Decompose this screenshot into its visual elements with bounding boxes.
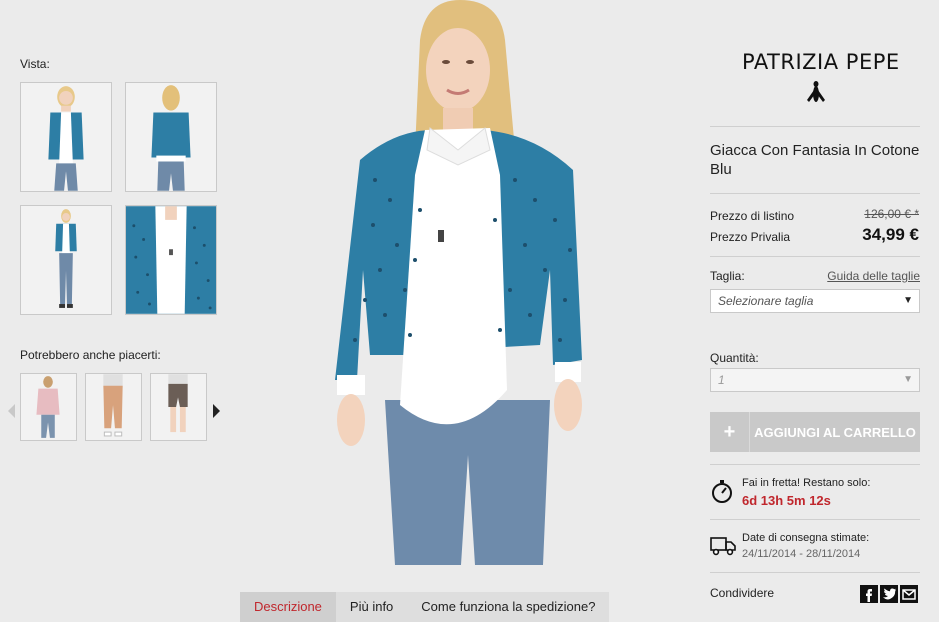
recommendations-label: Potrebbero anche piacerti: bbox=[20, 348, 161, 362]
twitter-share-icon[interactable] bbox=[880, 585, 898, 603]
truck-icon bbox=[710, 537, 736, 556]
tab-piu-info[interactable]: Più info bbox=[336, 592, 407, 622]
divider bbox=[710, 193, 920, 194]
tab-descrizione[interactable]: Descrizione bbox=[240, 592, 336, 622]
email-share-icon[interactable] bbox=[900, 585, 918, 603]
add-to-cart-button[interactable]: + AGGIUNGI AL CARRELLO bbox=[710, 412, 920, 452]
sale-price-label: Prezzo Privalia bbox=[710, 230, 791, 244]
recommendation-item-tan[interactable] bbox=[85, 373, 142, 441]
brand-name: PATRIZIA PEPE bbox=[742, 50, 900, 74]
size-label: Taglia: bbox=[710, 269, 745, 283]
product-title: Giacca Con Fantasia In Cotone Blu bbox=[710, 142, 920, 178]
quantity-select[interactable]: 1 ▼ bbox=[710, 368, 920, 392]
product-info-tabs: Descrizione Più info Come funziona la sp… bbox=[240, 592, 610, 622]
quantity-select-value: 1 bbox=[718, 373, 725, 387]
gallery-thumb-front[interactable] bbox=[20, 82, 112, 192]
brand-block[interactable]: PATRIZIA PEPE bbox=[742, 50, 900, 104]
gallery-thumb-back[interactable] bbox=[125, 82, 217, 192]
recommendation-item-brown[interactable] bbox=[150, 373, 207, 441]
recommendation-item-pink[interactable] bbox=[20, 373, 77, 441]
tab-spedizione[interactable]: Come funziona la spedizione? bbox=[407, 592, 609, 622]
gallery-thumb-full[interactable] bbox=[20, 205, 112, 315]
chevron-down-icon: ▼ bbox=[903, 295, 913, 306]
delivery-dates: 24/11/2014 - 28/11/2014 bbox=[742, 548, 861, 560]
delivery-label: Date di consegna stimate: bbox=[742, 532, 870, 544]
gallery-label: Vista: bbox=[20, 57, 50, 71]
plus-icon: + bbox=[710, 412, 750, 452]
sale-price: 34,99 € bbox=[862, 225, 919, 244]
countdown-timer: 6d 13h 5m 12s bbox=[742, 493, 831, 508]
divider bbox=[710, 572, 920, 573]
stopwatch-icon bbox=[712, 480, 732, 503]
gallery-thumb-detail[interactable] bbox=[125, 205, 217, 315]
chevron-down-icon: ▼ bbox=[903, 374, 913, 385]
urgency-text: Fai in fretta! Restano solo: bbox=[742, 477, 871, 489]
list-price-label: Prezzo di listino bbox=[710, 209, 795, 223]
fly-icon bbox=[807, 81, 825, 102]
carousel-prev-arrow-icon[interactable] bbox=[8, 404, 15, 418]
size-guide-link[interactable]: Guida delle taglie bbox=[827, 269, 920, 283]
share-label: Condividere bbox=[710, 586, 775, 600]
main-product-image[interactable] bbox=[335, 0, 600, 565]
divider bbox=[710, 464, 920, 465]
divider bbox=[710, 126, 920, 127]
add-to-cart-label: AGGIUNGI AL CARRELLO bbox=[754, 424, 916, 440]
quantity-label: Quantità: bbox=[710, 351, 759, 365]
size-select[interactable]: Selezionare taglia ▼ bbox=[710, 289, 920, 313]
divider bbox=[710, 519, 920, 520]
divider bbox=[710, 256, 920, 257]
facebook-share-icon[interactable] bbox=[860, 585, 878, 603]
list-price: 126,00 € * bbox=[864, 207, 919, 221]
size-select-value: Selezionare taglia bbox=[718, 294, 814, 308]
carousel-next-arrow-icon[interactable] bbox=[213, 404, 220, 418]
